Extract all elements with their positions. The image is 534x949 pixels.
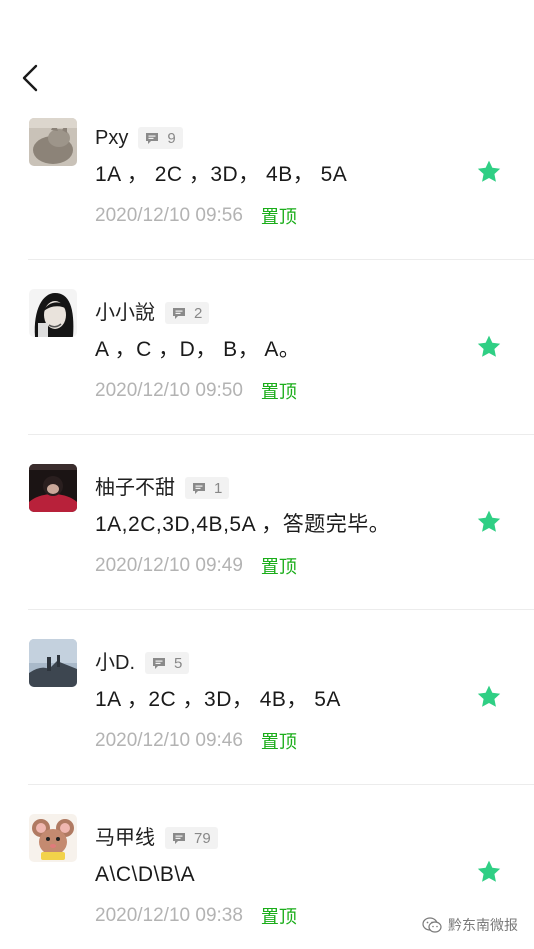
wechat-icon (422, 917, 442, 933)
reply-count: 5 (174, 654, 183, 672)
divider (28, 259, 534, 260)
reply-count: 1 (214, 479, 223, 497)
pin-to-top-button[interactable]: 置顶 (261, 728, 297, 754)
chevron-left-icon (22, 64, 38, 92)
comment-time: 2020/12/10 09:50 (95, 380, 243, 401)
reply-count-badge[interactable]: 9 (138, 127, 183, 149)
comment-time: 2020/12/10 09:56 (95, 205, 243, 226)
divider (28, 784, 534, 785)
star-icon[interactable] (476, 859, 502, 885)
avatar[interactable] (29, 464, 77, 512)
divider (28, 609, 534, 610)
avatar[interactable] (29, 814, 77, 862)
pin-to-top-button[interactable]: 置顶 (261, 203, 297, 229)
star-icon[interactable] (476, 159, 502, 185)
comment-icon (173, 307, 185, 319)
star-icon[interactable] (476, 684, 502, 710)
pin-to-top-button[interactable]: 置顶 (261, 553, 297, 579)
commenter-name: 马甲线 (95, 827, 155, 849)
pin-to-top-button[interactable]: 置顶 (261, 378, 297, 404)
watermark-text: 黔东南微报 (448, 917, 518, 933)
avatar[interactable] (29, 118, 77, 166)
comment-icon (146, 132, 159, 144)
reply-count: 79 (194, 829, 211, 847)
commenter-name: 小小說 (95, 302, 155, 324)
commenter-name: 柚子不甜 (95, 477, 175, 499)
back-button[interactable] (14, 58, 46, 98)
avatar[interactable] (29, 289, 77, 337)
comment-text: A\C\D\B\A (95, 863, 196, 886)
comment-time: 2020/12/10 09:49 (95, 555, 243, 576)
star-icon[interactable] (476, 334, 502, 360)
commenter-name: Pxy (95, 127, 129, 149)
reply-count-badge[interactable]: 2 (165, 302, 210, 324)
reply-count: 2 (194, 304, 203, 322)
comment-time: 2020/12/10 09:38 (95, 905, 243, 926)
comment-text: 1A ， 2C ，3D， 4B， 5A (95, 163, 348, 186)
star-icon[interactable] (476, 509, 502, 535)
comment-text: 1A ，2C ，3D， 4B， 5A (95, 688, 341, 711)
comment-icon (153, 657, 165, 669)
reply-count: 9 (167, 129, 176, 147)
comment-icon (193, 482, 205, 494)
comment-text: 1A,2C,3D,4B,5A ，答题完毕。 (95, 513, 391, 536)
reply-count-badge[interactable]: 79 (165, 827, 218, 849)
commenter-name: 小D. (95, 652, 135, 674)
comment-text: A ，C ，D， B， A。 (95, 338, 301, 361)
pin-to-top-button[interactable]: 置顶 (261, 903, 297, 929)
reply-count-badge[interactable]: 1 (185, 477, 230, 499)
reply-count-badge[interactable]: 5 (145, 652, 190, 674)
comment-time: 2020/12/10 09:46 (95, 730, 243, 751)
divider (28, 434, 534, 435)
avatar[interactable] (29, 639, 77, 687)
comment-icon (173, 832, 185, 844)
watermark: 黔东南微报 (422, 915, 518, 935)
